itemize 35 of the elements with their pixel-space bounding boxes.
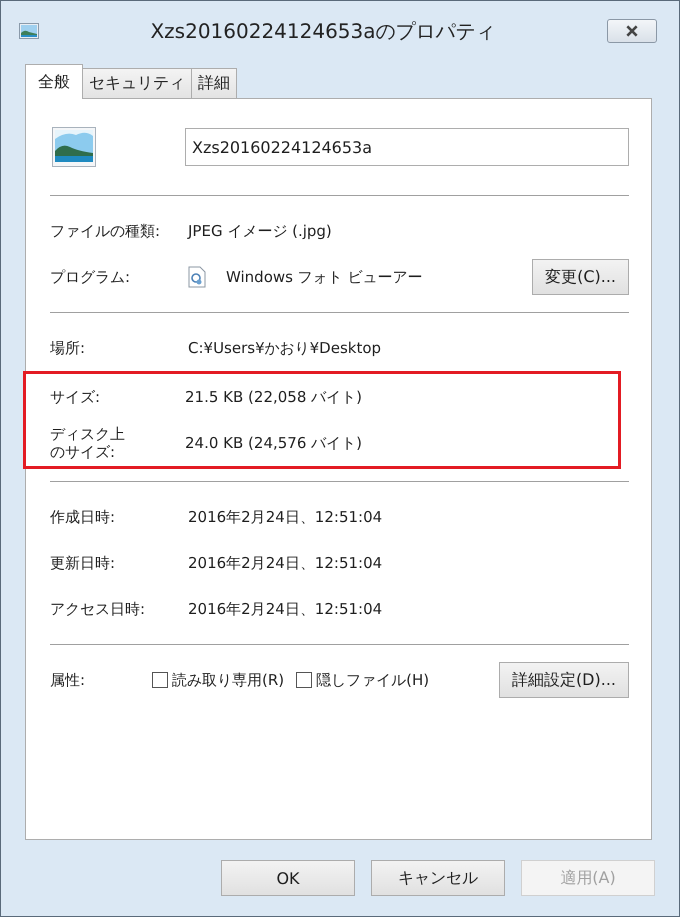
tab[interactable]: セキュリティ (82, 68, 192, 98)
field-label: ファイルの種類: (50, 222, 160, 240)
field-value: Windows フォト ビューアー (226, 268, 424, 286)
advanced-button[interactable]: 詳細設定(D)... (498, 662, 629, 698)
field-value: 2016年2月24日、12:51:04 (188, 508, 382, 526)
field-label: アクセス日時: (50, 600, 146, 618)
field-value: 2016年2月24日、12:51:04 (188, 600, 382, 618)
close-button[interactable] (607, 19, 657, 43)
field-label: 更新日時: (50, 554, 116, 572)
field-value: 2016年2月24日、12:51:04 (188, 554, 382, 572)
checkbox-box[interactable] (152, 672, 168, 688)
field-label: サイズ: (50, 388, 100, 406)
change-button[interactable]: 変更(C)... (532, 259, 629, 295)
field-value: 21.5 KB (22,058 バイト) (185, 388, 362, 406)
checkbox[interactable]: 読み取り専用(R) (152, 670, 284, 690)
program-icon (188, 266, 206, 288)
tab[interactable]: 詳細 (191, 68, 237, 98)
field-value: JPEG イメージ (.jpg) (188, 222, 332, 240)
field-label: プログラム: (50, 268, 130, 286)
field-label: ディスク上のサイズ: (50, 425, 126, 461)
field-label: 属性: (50, 671, 86, 689)
image-icon (52, 127, 96, 167)
window-title: Xzs20160224124653aのプロパティ (149, 18, 497, 44)
field-value: 24.0 KB (24,576 バイト) (185, 434, 362, 452)
dialog-button[interactable]: OK (221, 860, 355, 896)
checkbox-box[interactable] (296, 672, 312, 688)
close-icon (625, 25, 639, 37)
tab[interactable]: 全般 (25, 64, 83, 99)
field-label: 作成日時: (50, 508, 116, 526)
checkbox-label: 読み取り専用(R) (172, 670, 284, 690)
dialog-button[interactable]: キャンセル (371, 860, 505, 896)
file-name-field[interactable]: Xzs20160224124653a (185, 128, 629, 166)
image-icon (19, 23, 39, 39)
field-label: 場所: (50, 339, 86, 357)
field-value: C:¥Users¥かおり¥Desktop (188, 338, 382, 358)
